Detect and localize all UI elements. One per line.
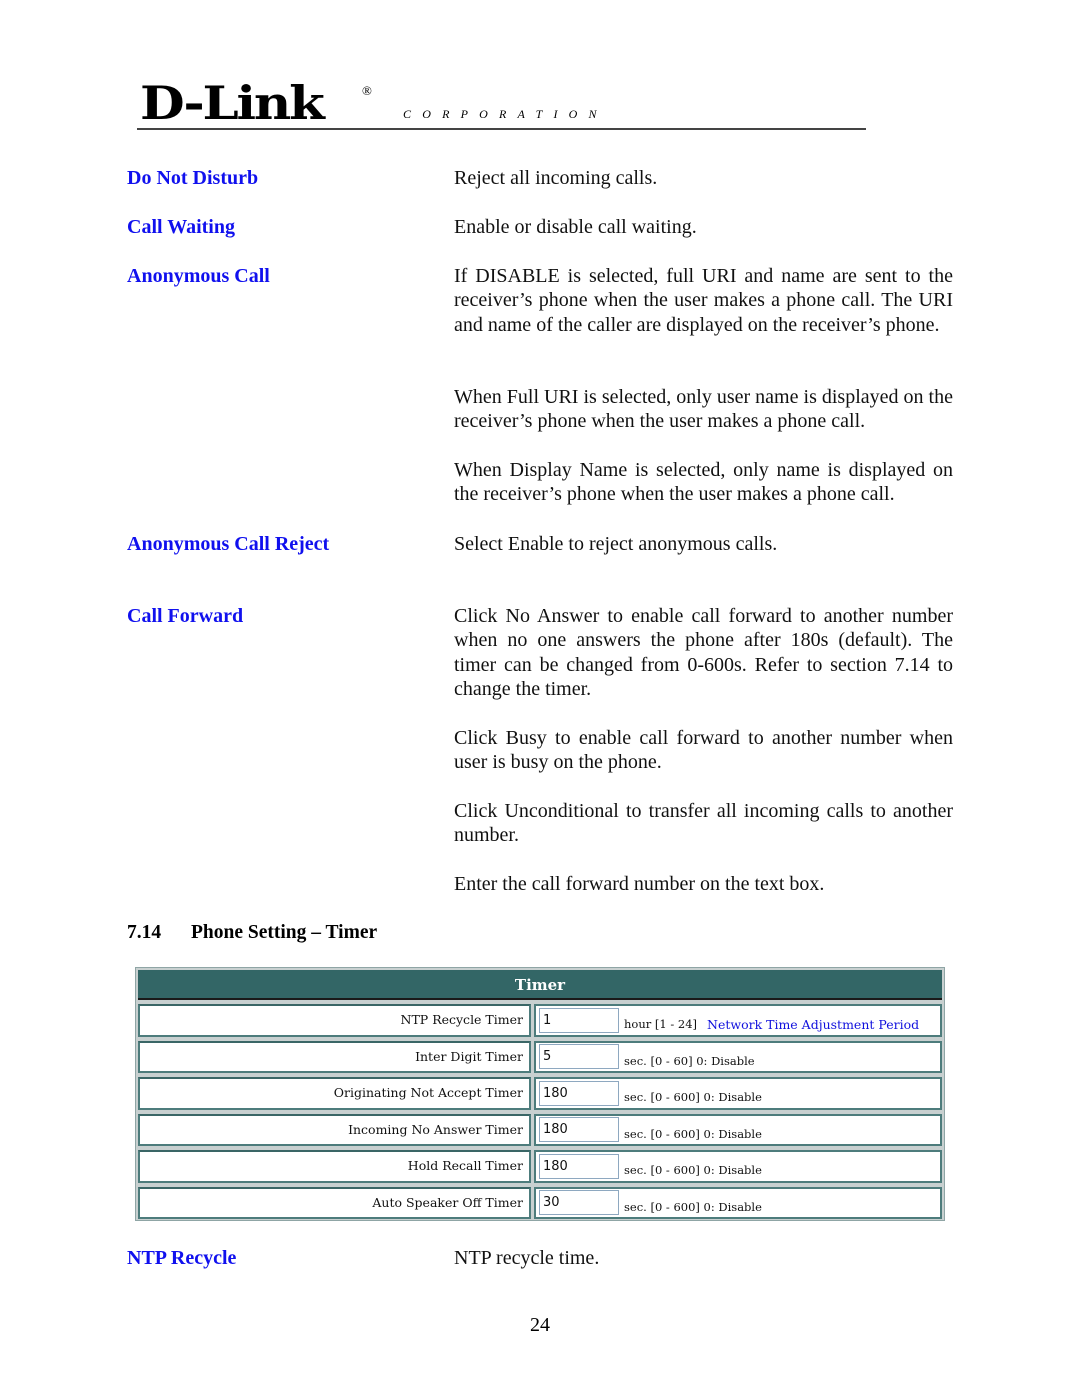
timer-note: Network Time Adjustment Period xyxy=(707,1016,920,1032)
timer-label: Auto Speaker Off Timer xyxy=(138,1186,531,1219)
timer-hint: sec. [0 - 60] 0: Disable xyxy=(624,1053,755,1068)
ntp-recycle-timer-input[interactable] xyxy=(539,1007,619,1033)
timer-value-cell: sec. [0 - 600] 0: Disable xyxy=(534,1150,942,1183)
timer-row-incoming-no-answer: Incoming No Answer Timer sec. [0 - 600] … xyxy=(138,1113,942,1146)
registered-mark: ® xyxy=(362,83,372,98)
timer-hint: sec. [0 - 600] 0: Disable xyxy=(624,1090,762,1105)
timer-label: Incoming No Answer Timer xyxy=(138,1113,531,1146)
logo-corporation: CORPORATION xyxy=(403,107,608,121)
page-number: 24 xyxy=(530,1314,550,1336)
timer-row-inter-digit: Inter Digit Timer sec. [0 - 60] 0: Disab… xyxy=(138,1040,942,1073)
desc-call-forward-p3: Click Unconditional to transfer all inco… xyxy=(454,800,953,847)
timer-label: Hold Recall Timer xyxy=(138,1150,531,1183)
hold-recall-timer-input[interactable] xyxy=(539,1153,619,1179)
section-title: Phone Setting – Timer xyxy=(191,922,378,943)
term-do-not-disturb: Do Not Disturb xyxy=(127,167,259,189)
header-divider xyxy=(137,128,866,130)
timer-value-cell: sec. [0 - 600] 0: Disable xyxy=(534,1077,942,1110)
timer-hint: hour [1 - 24] xyxy=(624,1017,698,1032)
term-anonymous-call: Anonymous Call xyxy=(127,265,270,287)
timer-value-cell: sec. [0 - 600] 0: Disable xyxy=(534,1113,942,1146)
timer-label: Originating Not Accept Timer xyxy=(138,1077,531,1110)
desc-ntp-recycle: NTP recycle time. xyxy=(454,1247,600,1269)
term-call-waiting: Call Waiting xyxy=(127,216,235,238)
timer-row-hold-recall: Hold Recall Timer sec. [0 - 600] 0: Disa… xyxy=(138,1150,942,1183)
desc-call-forward-p2: Click Busy to enable call forward to ano… xyxy=(454,727,953,774)
section-heading: 7.14 Phone Setting – Timer xyxy=(127,921,377,945)
timer-hint: sec. [0 - 600] 0: Disable xyxy=(624,1163,762,1178)
desc-call-waiting: Enable or disable call waiting. xyxy=(454,216,697,238)
timer-label: Inter Digit Timer xyxy=(138,1040,531,1073)
timer-value-cell: sec. [0 - 600] 0: Disable xyxy=(534,1186,942,1219)
term-call-forward: Call Forward xyxy=(127,605,244,627)
desc-call-forward-p1: Click No Answer to enable call forward t… xyxy=(454,605,953,701)
desc-anonymous-call-reject: Select Enable to reject anonymous calls. xyxy=(454,533,778,555)
desc-call-forward-p4: Enter the call forward number on the tex… xyxy=(454,873,825,895)
timer-hint: sec. [0 - 600] 0: Disable xyxy=(624,1199,762,1214)
timer-row-ntp-recycle: NTP Recycle Timer hour [1 - 24] Network … xyxy=(138,1004,942,1037)
logo-brand: D-Link xyxy=(140,76,325,130)
timer-row-auto-speaker-off: Auto Speaker Off Timer sec. [0 - 600] 0:… xyxy=(138,1186,942,1219)
timer-value-cell: hour [1 - 24] Network Time Adjustment Pe… xyxy=(534,1004,942,1037)
desc-anonymous-call-p3: When Display Name is selected, only name… xyxy=(454,459,953,506)
incoming-no-answer-timer-input[interactable] xyxy=(539,1117,619,1143)
timer-value-cell: sec. [0 - 60] 0: Disable xyxy=(534,1040,942,1073)
inter-digit-timer-input[interactable] xyxy=(539,1044,619,1070)
originating-not-accept-timer-input[interactable] xyxy=(539,1080,619,1106)
desc-do-not-disturb: Reject all incoming calls. xyxy=(454,167,658,189)
desc-anonymous-call-p1: If DISABLE is selected, full URI and nam… xyxy=(454,265,953,336)
term-ntp-recycle: NTP Recycle xyxy=(127,1247,237,1269)
auto-speaker-off-timer-input[interactable] xyxy=(539,1190,619,1216)
timer-hint: sec. [0 - 600] 0: Disable xyxy=(624,1126,762,1141)
timer-row-originating-not-accept: Originating Not Accept Timer sec. [0 - 6… xyxy=(138,1077,942,1110)
timer-label: NTP Recycle Timer xyxy=(138,1004,531,1037)
timer-panel-title: Timer xyxy=(138,970,942,1000)
timer-settings-panel: Timer NTP Recycle Timer hour [1 - 24] Ne… xyxy=(135,967,945,1221)
desc-anonymous-call-p2: When Full URI is selected, only user nam… xyxy=(454,386,953,433)
section-number: 7.14 xyxy=(127,922,162,943)
term-anonymous-call-reject: Anonymous Call Reject xyxy=(127,533,330,555)
